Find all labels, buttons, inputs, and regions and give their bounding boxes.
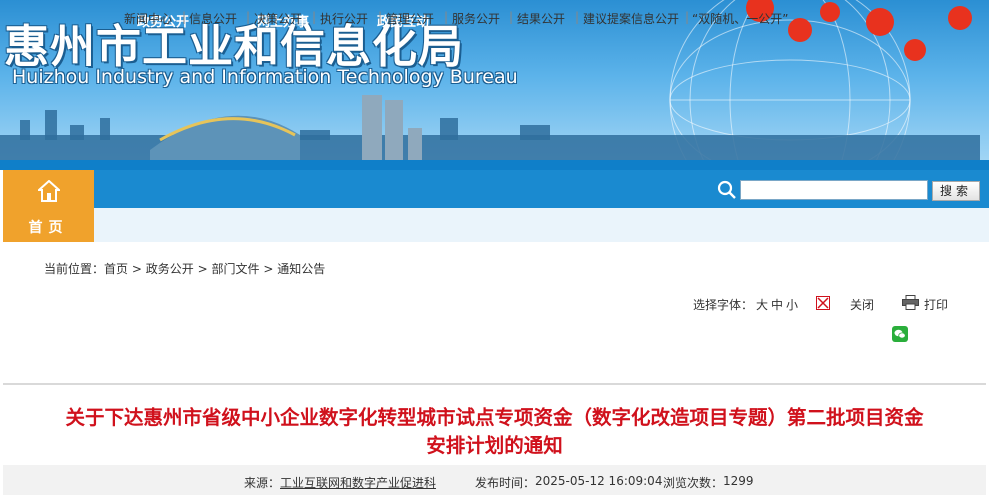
close-button[interactable]: 关闭 — [850, 296, 874, 313]
font-size-large[interactable]: 大 — [756, 296, 768, 313]
subnav-item-double-random[interactable]: “双随机、一公开” — [692, 10, 788, 27]
source-text: 工业互联网和数字产业促进科 — [280, 476, 437, 490]
breadcrumb: 当前位置：首页 > 政务公开 > 部门文件 > 通知公告 — [44, 260, 325, 277]
subnav-item-result[interactable]: 结果公开 — [517, 10, 565, 27]
publish-time: 2025-05-12 16:09:04 — [535, 474, 663, 488]
breadcrumb-item-home[interactable]: 首页 — [104, 262, 128, 276]
breadcrumb-item-dept-docs[interactable]: 部门文件 — [211, 262, 259, 276]
font-size-small[interactable]: 小 — [786, 296, 798, 313]
article-title: 关于下达惠州市省级中小企业数字化转型城市试点专项资金（数字化改造项目专题）第二批… — [0, 404, 989, 460]
sub-nav — [94, 208, 989, 242]
breadcrumb-separator: > — [131, 262, 142, 276]
divider — [3, 383, 986, 385]
source-link[interactable]: 工业互联网和数字产业促进科 — [280, 474, 436, 491]
print-icon[interactable] — [902, 295, 919, 310]
breadcrumb-item-gov-affairs[interactable]: 政务公开 — [146, 262, 194, 276]
font-size-label: 选择字体： — [693, 298, 754, 312]
search-input[interactable] — [740, 180, 928, 200]
breadcrumb-prefix: 当前位置： — [44, 262, 105, 276]
subnav-item-management[interactable]: 管理公开 — [386, 10, 434, 27]
subnav-separator: | — [182, 10, 187, 24]
home-label: 首页 — [28, 220, 69, 236]
article-title-line2: 安排计划的通知 — [426, 434, 563, 457]
views-count: 1299 — [723, 474, 754, 488]
font-size-medium[interactable]: 中 — [771, 296, 783, 313]
article-title-line1: 关于下达惠州市省级中小企业数字化转型城市试点专项资金（数字化改造项目专题）第二批… — [65, 406, 924, 429]
wechat-icon — [894, 329, 906, 339]
close-icon[interactable] — [816, 296, 830, 310]
print-button[interactable]: 打印 — [924, 296, 948, 313]
subnav-separator: | — [444, 10, 449, 24]
search-icon — [717, 180, 736, 199]
publish-time-label: 发布时间： — [475, 476, 536, 490]
subnav-separator: | — [509, 10, 514, 24]
subnav-separator: | — [685, 10, 690, 24]
subnav-separator: | — [246, 10, 251, 24]
subnav-separator: | — [312, 10, 317, 24]
breadcrumb-item-notices[interactable]: 通知公告 — [277, 262, 325, 276]
site-subtitle: Huizhou Industry and Information Technol… — [12, 66, 518, 88]
home-button[interactable]: 首页 — [3, 170, 94, 242]
views-label: 浏览次数： — [663, 476, 724, 490]
source-label: 来源： — [244, 476, 281, 490]
subnav-item-info[interactable]: 信息公开 — [189, 10, 237, 27]
subnav-item-news[interactable]: 新闻中心 — [124, 10, 172, 27]
wechat-share-icon[interactable] — [892, 326, 908, 342]
breadcrumb-separator: > — [197, 262, 208, 276]
breadcrumb-separator: > — [263, 262, 274, 276]
search-button[interactable]: 搜索 — [932, 181, 980, 201]
subnav-item-service[interactable]: 服务公开 — [452, 10, 500, 27]
subnav-separator: | — [378, 10, 383, 24]
subnav-item-decision[interactable]: 决策公开 — [254, 10, 302, 27]
subnav-item-proposals[interactable]: 建议提案信息公开 — [583, 10, 679, 27]
subnav-item-execution[interactable]: 执行公开 — [320, 10, 368, 27]
home-icon — [38, 180, 60, 202]
subnav-separator: | — [575, 10, 580, 24]
